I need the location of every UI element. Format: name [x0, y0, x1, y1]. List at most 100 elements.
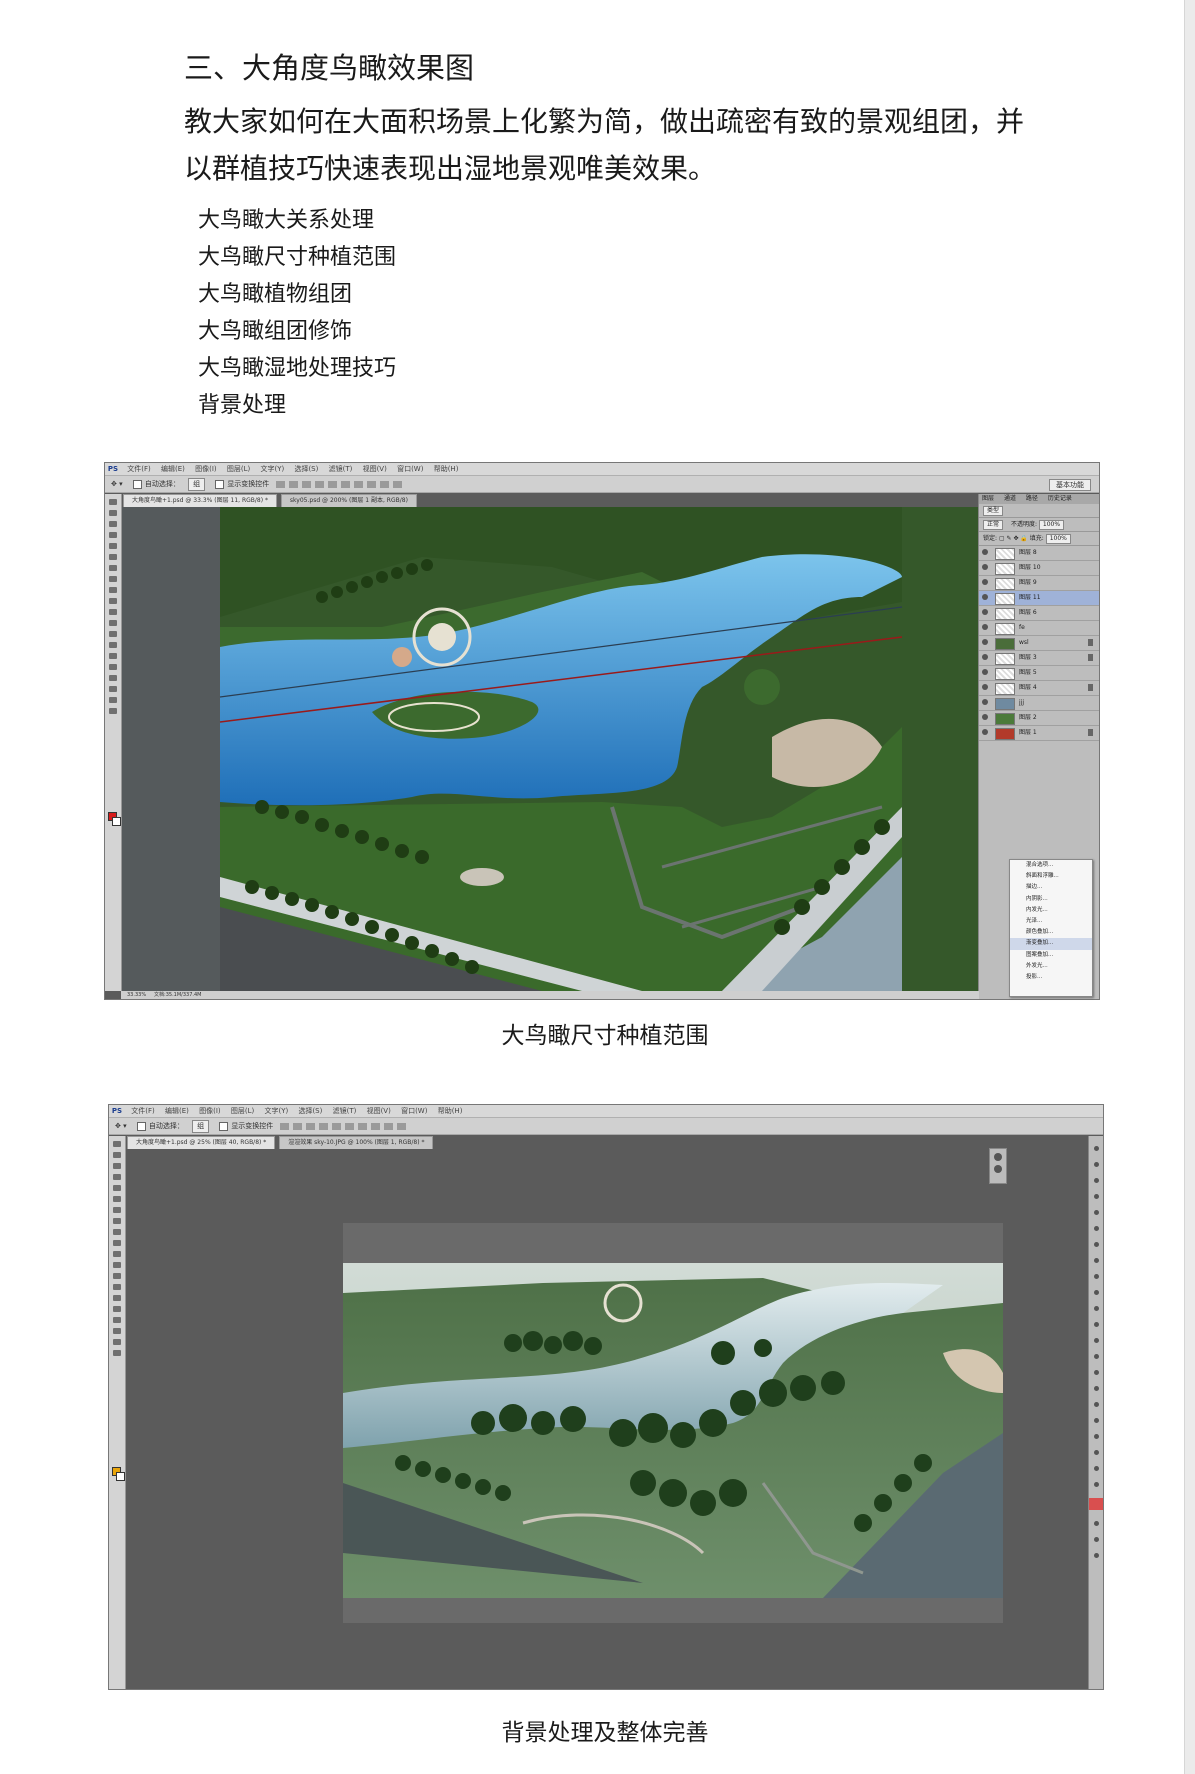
background-color-swatch[interactable] — [112, 817, 121, 826]
menu-type[interactable]: 文字(Y) — [260, 1105, 292, 1117]
layer-row[interactable]: wsl — [979, 636, 1099, 651]
layer-row[interactable]: 图层 8 — [979, 546, 1099, 561]
align-icon[interactable] — [288, 480, 298, 488]
menu-item-color-overlay[interactable]: 颜色叠加... — [1010, 927, 1092, 938]
visibility-eye-icon[interactable] — [1093, 1466, 1099, 1471]
auto-select-checkbox[interactable] — [132, 479, 142, 489]
zoom-readout[interactable]: 33.33% — [127, 992, 146, 998]
tab-history[interactable]: 历史记录 — [1048, 495, 1072, 502]
visibility-eye-icon[interactable] — [1093, 1194, 1099, 1199]
visibility-eye-icon[interactable] — [982, 549, 988, 555]
align-icon[interactable] — [340, 480, 350, 488]
distribute-icon[interactable] — [366, 480, 376, 488]
tool-icon[interactable] — [109, 554, 117, 560]
visibility-eye-icon[interactable] — [982, 699, 988, 705]
menu-item-outer-glow[interactable]: 外发光... — [1010, 961, 1092, 972]
layer-row[interactable]: 图层 3 — [979, 651, 1099, 666]
distribute-icon[interactable] — [379, 480, 389, 488]
tool-icon[interactable] — [113, 1328, 121, 1334]
align-icon[interactable] — [301, 480, 311, 488]
blend-mode-dropdown[interactable]: 正常 — [983, 520, 1004, 530]
tool-icon[interactable] — [113, 1273, 121, 1279]
menu-item-pattern-overlay[interactable]: 图案叠加... — [1010, 950, 1092, 961]
tool-icon[interactable] — [113, 1185, 121, 1191]
visibility-eye-icon[interactable] — [982, 594, 988, 600]
layer-row[interactable]: fe — [979, 621, 1099, 636]
move-tool-icon[interactable]: ✥ ▾ — [115, 1122, 127, 1130]
visibility-eye-icon[interactable] — [1093, 1210, 1099, 1215]
auto-select-target-dropdown[interactable]: 组 — [188, 478, 206, 491]
tool-icon[interactable] — [113, 1262, 121, 1268]
visibility-eye-icon[interactable] — [982, 729, 988, 735]
align-icon[interactable] — [279, 1122, 289, 1130]
menu-select[interactable]: 选择(S) — [294, 1105, 326, 1117]
visibility-eye-icon[interactable] — [982, 579, 988, 585]
tool-icon[interactable] — [109, 664, 117, 670]
tool-icon[interactable] — [113, 1218, 121, 1224]
distribute-icon[interactable] — [370, 1122, 380, 1130]
visibility-eye-icon[interactable] — [1093, 1482, 1099, 1487]
menu-edit[interactable]: 编辑(E) — [161, 1105, 193, 1117]
visibility-eye-icon[interactable] — [1093, 1370, 1099, 1375]
menu-item-inner-glow[interactable]: 内发光... — [1010, 905, 1092, 916]
layer-row[interactable]: 图层 1 — [979, 726, 1099, 741]
distribute-icon[interactable] — [383, 1122, 393, 1130]
menu-select[interactable]: 选择(S) — [290, 463, 322, 475]
tool-icon[interactable] — [109, 631, 117, 637]
menu-window[interactable]: 窗口(W) — [397, 1105, 431, 1117]
align-icon[interactable] — [314, 480, 324, 488]
align-icon[interactable] — [318, 1122, 328, 1130]
menu-image[interactable]: 图像(I) — [195, 1105, 225, 1117]
visibility-eye-icon[interactable] — [1093, 1386, 1099, 1391]
distribute-icon[interactable] — [357, 1122, 367, 1130]
visibility-eye-icon[interactable] — [1093, 1450, 1099, 1455]
layer-row[interactable]: 图层 6 — [979, 606, 1099, 621]
menu-image[interactable]: 图像(I) — [191, 463, 221, 475]
visibility-eye-icon[interactable] — [1093, 1258, 1099, 1263]
document-tab[interactable]: 大角度鸟瞰+1.psd @ 33.3% (图层 11, RGB/8) * — [123, 494, 277, 507]
workspace-dropdown[interactable]: 基本功能 — [1049, 479, 1091, 491]
auto-select-target-dropdown[interactable]: 组 — [192, 1120, 210, 1133]
document-tab[interactable]: 大角度鸟瞰+1.psd @ 25% (图层 40, RGB/8) * — [127, 1136, 276, 1149]
tool-icon[interactable] — [113, 1350, 121, 1356]
menu-layer[interactable]: 图层(L) — [223, 463, 254, 475]
align-icon[interactable] — [292, 1122, 302, 1130]
tool-icon[interactable] — [109, 708, 117, 714]
visibility-eye-icon[interactable] — [982, 564, 988, 570]
layer-filter-dropdown[interactable]: 类型 — [983, 506, 1004, 516]
tool-icon[interactable] — [113, 1251, 121, 1257]
menu-type[interactable]: 文字(Y) — [256, 463, 288, 475]
show-transform-checkbox[interactable] — [219, 1121, 229, 1131]
tab-layers[interactable]: 图层 — [982, 495, 994, 502]
visibility-eye-icon[interactable] — [982, 624, 988, 630]
tool-icon[interactable] — [113, 1152, 121, 1158]
selected-layer-marker[interactable] — [1089, 1498, 1103, 1510]
layer-row[interactable]: 图层 5 — [979, 666, 1099, 681]
align-icon[interactable] — [331, 1122, 341, 1130]
visibility-eye-icon[interactable] — [982, 609, 988, 615]
tool-icon[interactable] — [109, 642, 117, 648]
tool-icon[interactable] — [109, 620, 117, 626]
visibility-eye-icon[interactable] — [1093, 1354, 1099, 1359]
visibility-eye-icon[interactable] — [982, 669, 988, 675]
visibility-eye-icon[interactable] — [1093, 1178, 1099, 1183]
distribute-icon[interactable] — [396, 1122, 406, 1130]
menu-file[interactable]: 文件(F) — [123, 463, 155, 475]
opacity-field[interactable]: 100% — [1038, 520, 1065, 530]
distribute-icon[interactable] — [392, 480, 402, 488]
visibility-eye-icon[interactable] — [1093, 1146, 1099, 1151]
tool-icon[interactable] — [109, 565, 117, 571]
tool-icon[interactable] — [113, 1163, 121, 1169]
tool-icon[interactable] — [113, 1240, 121, 1246]
visibility-eye-icon[interactable] — [982, 654, 988, 660]
align-icon[interactable] — [275, 480, 285, 488]
visibility-eye-icon[interactable] — [982, 684, 988, 690]
menu-filter[interactable]: 滤镜(T) — [329, 1105, 361, 1117]
visibility-eye-icon[interactable] — [982, 639, 988, 645]
align-icon[interactable] — [327, 480, 337, 488]
document-tab[interactable]: sky05.psd @ 200% (图层 1 副本, RGB/8) — [280, 494, 417, 507]
tool-icon[interactable] — [113, 1141, 121, 1147]
page-scrollbar[interactable] — [1184, 0, 1195, 1774]
menu-layer[interactable]: 图层(L) — [227, 1105, 258, 1117]
menu-help[interactable]: 帮助(H) — [430, 463, 463, 475]
